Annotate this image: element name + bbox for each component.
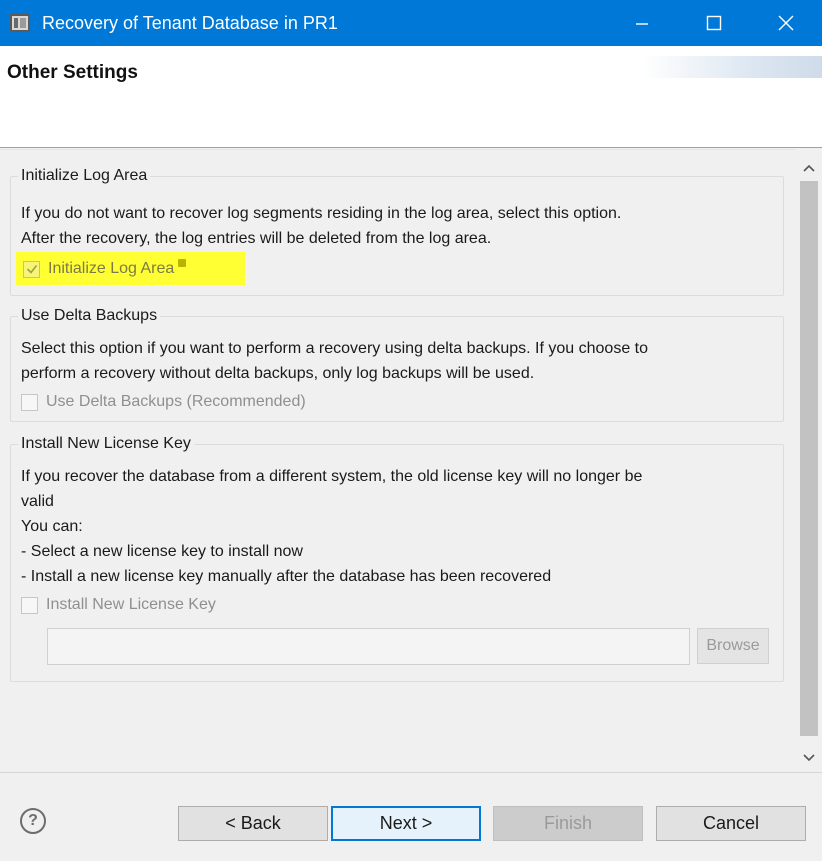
description-line: valid xyxy=(21,493,54,510)
header-banner xyxy=(642,56,822,78)
window-controls xyxy=(606,0,822,46)
license-key-path-input[interactable] xyxy=(47,628,690,665)
maximize-icon xyxy=(706,15,722,31)
group-label: Install New License Key xyxy=(18,435,194,453)
window-title: Recovery of Tenant Database in PR1 xyxy=(42,12,338,33)
chevron-down-icon xyxy=(803,754,815,762)
group-install-new-license-key: Install New License Key If you recover t… xyxy=(10,435,784,682)
help-icon[interactable]: ? xyxy=(20,808,46,834)
browse-button[interactable]: Browse xyxy=(697,628,769,664)
back-button[interactable]: < Back xyxy=(178,806,328,841)
group-use-delta-backups: Use Delta Backups Select this option if … xyxy=(10,307,784,422)
scroll-down-button[interactable] xyxy=(796,745,822,771)
description-line: You can: xyxy=(21,518,83,535)
title-bar: Recovery of Tenant Database in PR1 xyxy=(0,0,822,46)
vertical-scrollbar[interactable] xyxy=(796,149,822,772)
description-line: - Install a new license key manually aft… xyxy=(21,568,552,585)
page-title: Other Settings xyxy=(7,62,138,83)
checkbox-label: Use Delta Backups (Recommended) xyxy=(46,393,306,410)
wizard-footer: ? < Back Next > Finish Cancel xyxy=(0,772,822,861)
checkmark-icon xyxy=(26,265,37,274)
finish-button[interactable]: Finish xyxy=(493,806,643,841)
description-line: If you recover the database from a diffe… xyxy=(21,468,643,485)
scroll-up-button[interactable] xyxy=(796,155,822,181)
scrollbar-thumb[interactable] xyxy=(800,181,818,736)
next-button[interactable]: Next > xyxy=(331,806,481,841)
checkbox-label: Initialize Log Area xyxy=(48,260,175,277)
description-line: Select this option if you want to perfor… xyxy=(21,340,649,357)
chevron-up-icon xyxy=(803,164,815,172)
group-description: If you recover the database from a diffe… xyxy=(21,464,642,589)
maximize-button[interactable] xyxy=(678,0,750,46)
settings-panel: Initialize Log Area If you do not want t… xyxy=(0,149,822,772)
close-button[interactable] xyxy=(750,0,822,46)
group-description: Select this option if you want to perfor… xyxy=(21,336,648,386)
minimize-button[interactable] xyxy=(606,0,678,46)
group-label: Initialize Log Area xyxy=(18,167,151,185)
cancel-button[interactable]: Cancel xyxy=(656,806,806,841)
group-description: If you do not want to recover log segmen… xyxy=(21,201,621,251)
description-line: If you do not want to recover log segmen… xyxy=(21,205,622,222)
install-license-key-checkbox-row[interactable]: Install New License Key xyxy=(21,596,216,614)
description-line: - Select a new license key to install no… xyxy=(21,543,303,560)
description-line: After the recovery, the log entries will… xyxy=(21,230,492,247)
initialize-log-area-checkbox[interactable] xyxy=(23,260,40,278)
close-icon xyxy=(778,15,794,31)
initialize-log-area-checkbox-row[interactable]: Initialize Log Area xyxy=(23,259,187,278)
info-icon xyxy=(178,259,187,267)
use-delta-backups-checkbox-row[interactable]: Use Delta Backups (Recommended) xyxy=(21,393,306,411)
wizard-header: Other Settings xyxy=(0,46,822,148)
app-icon xyxy=(10,14,30,32)
install-license-key-checkbox[interactable] xyxy=(21,596,38,614)
description-line: perform a recovery without delta backups… xyxy=(21,365,535,382)
group-label: Use Delta Backups xyxy=(18,307,161,325)
minimize-icon xyxy=(636,23,648,25)
checkbox-label: Install New License Key xyxy=(46,596,216,613)
use-delta-backups-checkbox[interactable] xyxy=(21,393,38,411)
